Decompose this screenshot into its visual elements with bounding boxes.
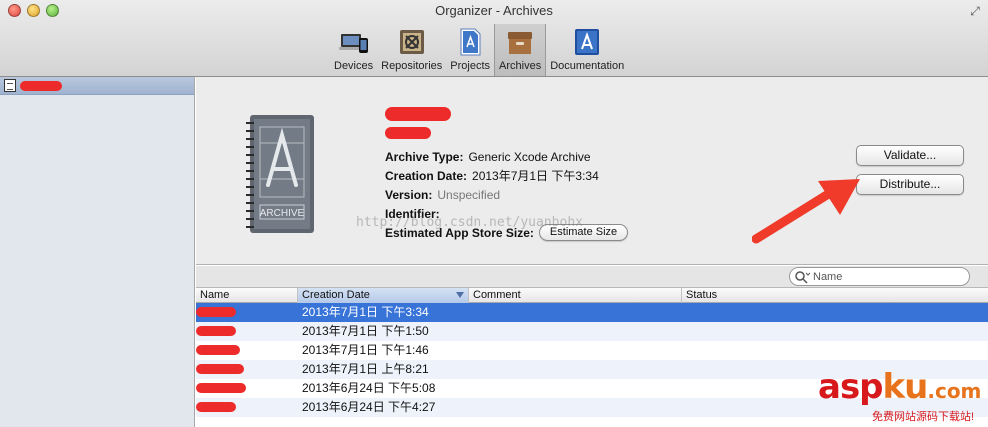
logo-ku: ku [882,367,929,407]
site-logo-text: aspku.com [818,368,981,410]
redacted-name [196,402,236,412]
redacted-app-name [20,80,62,91]
repositories-icon [399,30,424,54]
row-name-cell [196,322,298,341]
watermark-text: http://blog.csdn.net/yuanbohx [356,215,583,230]
search-field[interactable] [789,267,970,286]
redacted-name [196,307,236,317]
toolbar-documentation-label: Documentation [550,60,625,72]
table-row[interactable]: 2013年7月1日 下午3:34 [196,303,988,322]
app-document-icon [4,79,16,92]
creation-date-value: 2013年7月1日 下午3:34 [472,169,599,183]
toolbar-repositories-label: Repositories [381,60,443,72]
archive-icon: ARCHIVE [246,115,314,233]
row-date-cell: 2013年6月24日 下午4:27 [302,400,436,414]
toolbar-devices-label: Devices [334,60,374,72]
column-header-creation-date-label: Creation Date [302,289,370,301]
logo-com: .com [927,379,982,403]
red-arrow-annotation [752,179,860,244]
row-comment-cell [469,322,682,341]
row-date-cell: 2013年6月24日 下午5:08 [302,381,436,395]
projects-icon [460,28,481,56]
toolbar-archives-label: Archives [499,60,542,72]
column-header-status[interactable]: Status [682,288,988,303]
version-label: Version: [385,187,433,202]
table-header: Name Creation Date Comment Status [196,288,988,303]
window-title: Organizer - Archives [435,3,553,18]
archives-icon [508,32,533,54]
documentation-icon [575,29,600,55]
redacted-name [196,326,236,336]
row-status-cell [682,341,988,360]
devices-icon [338,34,368,53]
distribute-button[interactable]: Distribute... [856,174,964,195]
fullscreen-icon[interactable]: ⤢ [968,4,982,18]
sidebar [0,77,195,427]
row-status-cell [682,303,988,322]
row-comment-cell [469,398,682,417]
row-comment-cell [469,341,682,360]
sidebar-item-app[interactable] [0,77,194,95]
toolbar-archives[interactable]: Archives [494,24,547,76]
redacted-name [196,364,244,374]
redacted-archive-name [385,107,451,121]
column-header-creation-date[interactable]: Creation Date [298,288,469,303]
redacted-name [196,383,246,393]
row-comment-cell [469,303,682,322]
archive-type-label: Archive Type: [385,149,464,164]
archive-detail-pane: ARCHIVE Archive Type: Generic Xcode Arch… [196,77,988,265]
logo-asp: asp [818,367,884,407]
row-name-cell [196,360,298,379]
toolbar-repositories[interactable]: Repositories [377,24,446,76]
creation-date-label: Creation Date: [385,168,468,183]
row-name-cell [196,398,298,417]
site-logo-tagline: 免费网站源码下载站! [872,411,975,423]
table-row[interactable]: 2013年7月1日 下午1:46 [196,341,988,360]
row-comment-cell [469,379,682,398]
table-search-bar [196,266,988,288]
toolbar-projects[interactable]: Projects [446,24,494,76]
toolbar-projects-label: Projects [450,60,491,72]
row-name-cell [196,379,298,398]
version-value: Unspecified [437,187,501,202]
toolbar-devices[interactable]: Devices [330,24,377,76]
toolbar: Devices Repositories Projects Archives D… [330,24,628,76]
search-input[interactable] [813,270,963,283]
search-icon [795,270,810,284]
window-titlebar: Organizer - Archives ⤢ Devices Repositor… [0,0,988,77]
row-name-cell [196,341,298,360]
column-header-name[interactable]: Name [196,288,298,303]
archive-icon-label: ARCHIVE [260,208,305,219]
validate-button[interactable]: Validate... [856,145,964,166]
table-row[interactable]: 2013年7月1日 下午1:50 [196,322,988,341]
row-date-cell: 2013年7月1日 下午1:50 [302,324,429,338]
row-date-cell: 2013年7月1日 下午3:34 [302,305,429,319]
column-header-comment[interactable]: Comment [469,288,682,303]
site-logo: aspku.com 免费网站源码下载站! [818,368,986,426]
row-date-cell: 2013年7月1日 上午8:21 [302,362,429,376]
row-comment-cell [469,360,682,379]
redacted-name [196,345,240,355]
row-status-cell [682,322,988,341]
toolbar-documentation[interactable]: Documentation [546,24,628,76]
row-date-cell: 2013年7月1日 下午1:46 [302,343,429,357]
sort-descending-icon [456,292,464,298]
row-name-cell [196,303,298,322]
redacted-archive-subtitle [385,127,431,139]
archive-type-value: Generic Xcode Archive [468,149,591,164]
